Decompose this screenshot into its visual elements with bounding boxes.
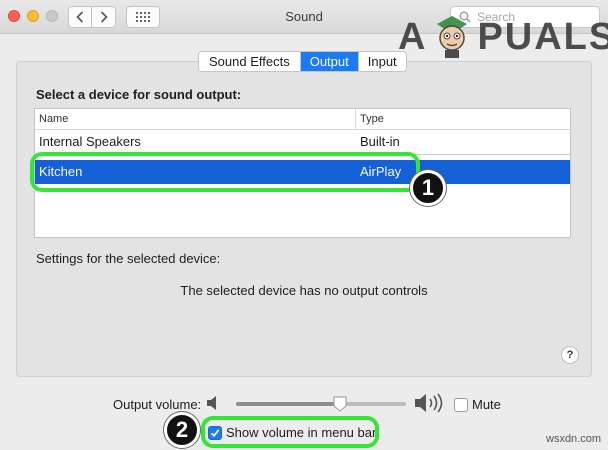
mute-checkbox[interactable]: Mute [454, 397, 501, 412]
tab-input[interactable]: Input [357, 52, 406, 71]
volume-slider-fill [236, 402, 340, 406]
device-type: AirPlay [360, 164, 402, 179]
show-volume-label: Show volume in menu bar [226, 425, 377, 440]
column-header-type[interactable]: Type [356, 109, 570, 130]
tab-output[interactable]: Output [299, 52, 358, 71]
tab-sound-effects[interactable]: Sound Effects [199, 52, 300, 71]
mute-checkbox-box[interactable] [454, 397, 468, 412]
speaker-low-icon [207, 396, 216, 410]
column-header-name[interactable]: Name [35, 109, 356, 130]
table-row-selected[interactable]: Kitchen AirPlay [35, 160, 570, 184]
watermark-right: PUALS [477, 15, 608, 58]
no-controls-message: The selected device has no output contro… [180, 283, 428, 298]
table-row[interactable]: Internal Speakers Built-in [35, 130, 570, 154]
help-button[interactable]: ? [561, 346, 579, 364]
mascot-icon [437, 16, 468, 58]
mute-label: Mute [472, 397, 501, 412]
settings-heading: Settings for the selected device: [36, 251, 221, 266]
site-watermark: wsxdn.com [546, 433, 602, 445]
select-device-heading: Select a device for sound output: [36, 87, 242, 102]
device-name: Internal Speakers [39, 134, 141, 149]
tab-bar: Sound Effects Output Input [198, 51, 407, 72]
show-volume-checkbox[interactable]: Show volume in menu bar [208, 425, 376, 440]
step-badge-2: 2 [164, 412, 200, 448]
checkmark-icon [210, 428, 220, 437]
device-name: Kitchen [39, 164, 83, 179]
show-volume-checkbox-box[interactable] [208, 425, 222, 440]
volume-slider-thumb[interactable] [333, 396, 347, 412]
step-badge-1: 1 [410, 170, 446, 206]
device-table[interactable]: Name Type Internal Speakers Built-in Kit… [34, 108, 571, 238]
volume-slider[interactable] [236, 402, 406, 406]
appuals-watermark: A PUALS [398, 12, 608, 62]
row-divider [356, 154, 570, 155]
device-type: Built-in [360, 134, 400, 149]
output-volume-label: Output volume: [113, 397, 202, 412]
speaker-high-icon [415, 393, 443, 413]
